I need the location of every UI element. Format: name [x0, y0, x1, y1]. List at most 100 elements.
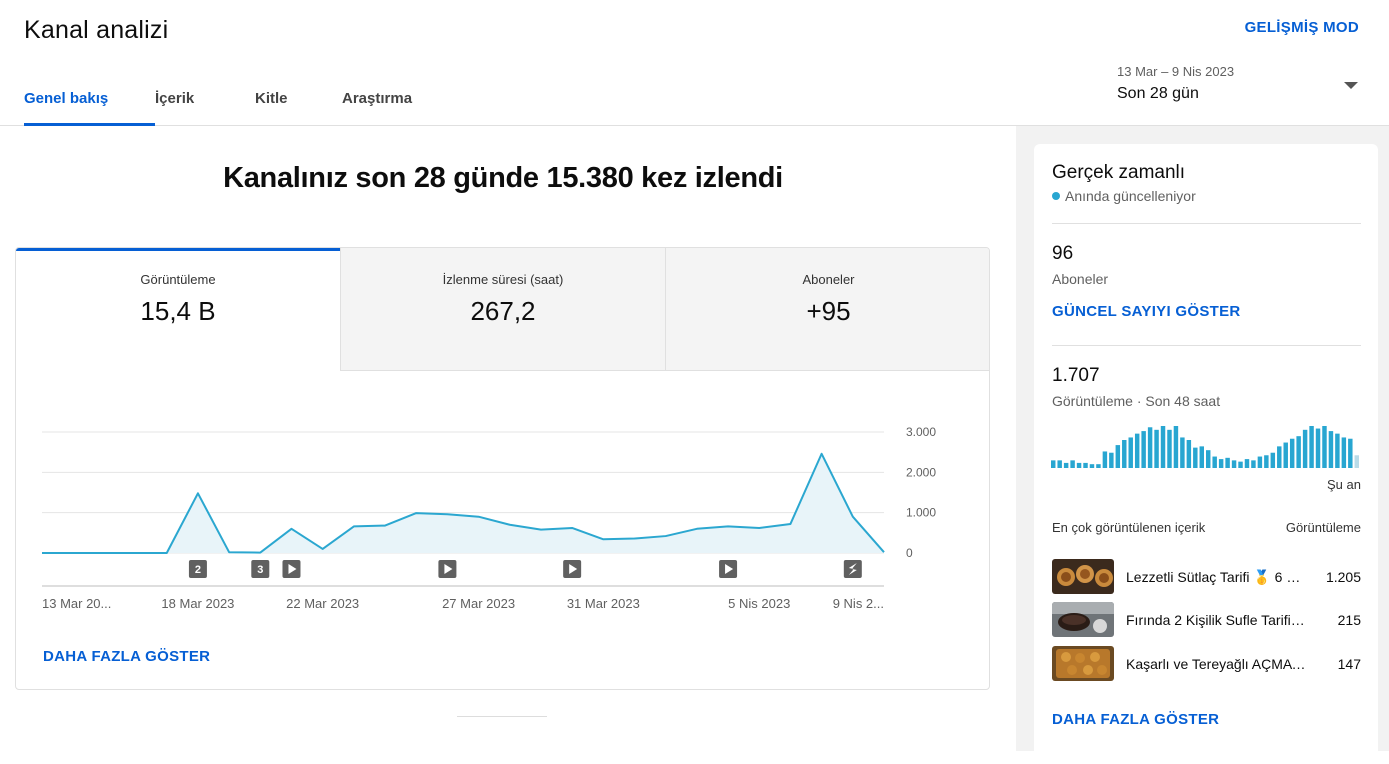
marker-count-label: 2	[195, 564, 201, 576]
realtime-bar[interactable]	[1206, 450, 1211, 468]
realtime-title: Gerçek zamanlı	[1052, 162, 1186, 183]
show-more-button[interactable]: DAHA FAZLA GÖSTER	[43, 648, 210, 665]
realtime-bar[interactable]	[1173, 426, 1179, 468]
list-item[interactable]: Lezzetli Sütlaç Tarifi 🥇 6 … 1.205	[1052, 559, 1361, 595]
realtime-bar[interactable]	[1341, 437, 1347, 468]
video-thumbnail	[1052, 559, 1114, 594]
divider	[1052, 223, 1361, 224]
metric-subscribers[interactable]: Aboneler +95	[666, 248, 989, 371]
tab-content[interactable]: İçerik	[155, 90, 255, 126]
realtime-bar[interactable]	[1257, 456, 1263, 468]
realtime-bar[interactable]	[1128, 437, 1133, 468]
realtime-bar[interactable]	[1076, 462, 1082, 468]
realtime-bar[interactable]	[1322, 426, 1327, 468]
video-thumbnail	[1052, 602, 1114, 637]
views-chart[interactable]: 3.000 2.000 1.000 0 2 3 13 Mar 20... 18 Mar 202…	[16, 371, 990, 631]
realtime-views-label: Görüntüleme · Son 48 saat	[1052, 393, 1221, 409]
realtime-bar[interactable]	[1057, 460, 1062, 468]
realtime-bar[interactable]	[1115, 445, 1121, 468]
tab-overview[interactable]: Genel bakış	[24, 90, 155, 126]
metric-tabs: Görüntüleme 15,4 B İzlenme süresi (saat)…	[16, 248, 989, 371]
realtime-bar[interactable]	[1289, 438, 1295, 468]
tab-research[interactable]: Araştırma	[342, 90, 442, 126]
realtime-bar[interactable]	[1199, 446, 1204, 468]
realtime-bar[interactable]	[1283, 442, 1288, 468]
chevron-down-icon	[1344, 82, 1358, 89]
realtime-bar[interactable]	[1335, 433, 1340, 468]
advanced-mode-button[interactable]: GELİŞMİŞ MOD	[1245, 19, 1359, 36]
realtime-subtitle-text: Anında güncelleniyor	[1065, 188, 1196, 204]
realtime-bar[interactable]	[1218, 459, 1224, 468]
video-thumbnail-image	[1052, 559, 1114, 594]
realtime-bar[interactable]	[1134, 433, 1140, 468]
tab-bar: Genel bakış İçerik Kitle Araştırma	[24, 90, 442, 126]
realtime-bar[interactable]	[1328, 431, 1334, 468]
realtime-bar[interactable]	[1277, 446, 1282, 468]
realtime-bar[interactable]	[1348, 438, 1353, 468]
show-live-count-button[interactable]: GÜNCEL SAYIYI GÖSTER	[1052, 303, 1241, 320]
overview-card: Görüntüleme 15,4 B İzlenme süresi (saat)…	[15, 247, 990, 690]
realtime-bar[interactable]	[1225, 457, 1230, 468]
list-item[interactable]: Kaşarlı ve Tereyağlı AÇMA … 147	[1052, 646, 1361, 682]
realtime-bar[interactable]	[1264, 455, 1269, 468]
date-preset-label: Son 28 gün	[1117, 85, 1199, 102]
realtime-bar[interactable]	[1309, 426, 1314, 468]
realtime-bar-chart[interactable]	[1051, 424, 1361, 468]
realtime-card: Gerçek zamanlı Anında güncelleniyor 96 A…	[1034, 144, 1378, 764]
realtime-bar[interactable]	[1296, 436, 1301, 468]
realtime-bar[interactable]	[1083, 462, 1088, 468]
date-range-picker[interactable]: 13 Mar – 9 Nis 2023 Son 28 gün	[1117, 64, 1362, 114]
realtime-bar[interactable]	[1154, 429, 1159, 468]
views-column-header: Görüntüleme	[1285, 520, 1361, 535]
realtime-bar[interactable]	[1102, 451, 1108, 468]
video-title: Lezzetli Sütlaç Tarifi 🥇 6 …	[1126, 569, 1301, 585]
realtime-bar[interactable]	[1238, 461, 1243, 468]
page-header: Kanal analizi GELİŞMİŞ MOD Genel bakış İ…	[0, 0, 1389, 126]
metric-watch-time[interactable]: İzlenme süresi (saat) 267,2	[341, 248, 666, 371]
realtime-bar[interactable]	[1186, 440, 1192, 468]
top-content-header: En çok görüntülenen içerik	[1052, 520, 1206, 535]
realtime-bar[interactable]	[1063, 462, 1069, 468]
realtime-bar[interactable]	[1354, 455, 1359, 468]
realtime-bar[interactable]	[1070, 460, 1075, 468]
realtime-bar[interactable]	[1160, 426, 1166, 468]
realtime-bar[interactable]	[1147, 427, 1153, 468]
realtime-bar[interactable]	[1251, 460, 1256, 468]
marker-count-label: 3	[257, 564, 263, 576]
realtime-bar[interactable]	[1180, 437, 1185, 468]
realtime-bar[interactable]	[1231, 460, 1237, 468]
metric-value: +95	[806, 296, 851, 326]
realtime-bar[interactable]	[1096, 464, 1101, 468]
realtime-bar[interactable]	[1315, 428, 1321, 468]
tab-audience[interactable]: Kitle	[255, 90, 342, 126]
realtime-bar[interactable]	[1193, 447, 1198, 468]
date-range-text: 13 Mar – 9 Nis 2023	[1117, 64, 1235, 79]
divider	[457, 716, 547, 717]
live-dot-icon	[1052, 192, 1060, 200]
realtime-bar[interactable]	[1122, 440, 1127, 468]
show-more-realtime-button[interactable]: DAHA FAZLA GÖSTER	[1052, 711, 1219, 728]
realtime-bar[interactable]	[1089, 464, 1095, 468]
realtime-bar[interactable]	[1167, 429, 1172, 468]
subscriber-label: Aboneler	[1052, 271, 1109, 287]
metric-views[interactable]: Görüntüleme 15,4 B	[16, 248, 341, 371]
realtime-bar[interactable]	[1141, 431, 1146, 468]
realtime-bar[interactable]	[1212, 456, 1217, 468]
realtime-bar[interactable]	[1302, 429, 1308, 468]
x-tick-label: 18 Mar 2023	[161, 596, 234, 611]
now-label: Şu an	[1327, 477, 1361, 492]
metric-label: Görüntüleme	[140, 272, 216, 287]
tab-label: Genel bakış	[24, 90, 109, 107]
video-views: 215	[1337, 612, 1361, 628]
x-tick-label: 22 Mar 2023	[286, 596, 359, 611]
realtime-bar[interactable]	[1109, 452, 1114, 468]
list-item[interactable]: Fırında 2 Kişilik Sufle Tarifi … 215	[1052, 602, 1361, 638]
realtime-bar[interactable]	[1270, 452, 1276, 468]
realtime-bar[interactable]	[1051, 460, 1056, 468]
metric-value: 267,2	[470, 296, 536, 326]
y-tick-label: 0	[906, 546, 913, 560]
realtime-bar[interactable]	[1244, 459, 1250, 468]
video-thumbnail-image	[1052, 646, 1114, 681]
video-title: Kaşarlı ve Tereyağlı AÇMA …	[1126, 656, 1306, 672]
x-tick-label: 13 Mar 20...	[42, 596, 111, 611]
